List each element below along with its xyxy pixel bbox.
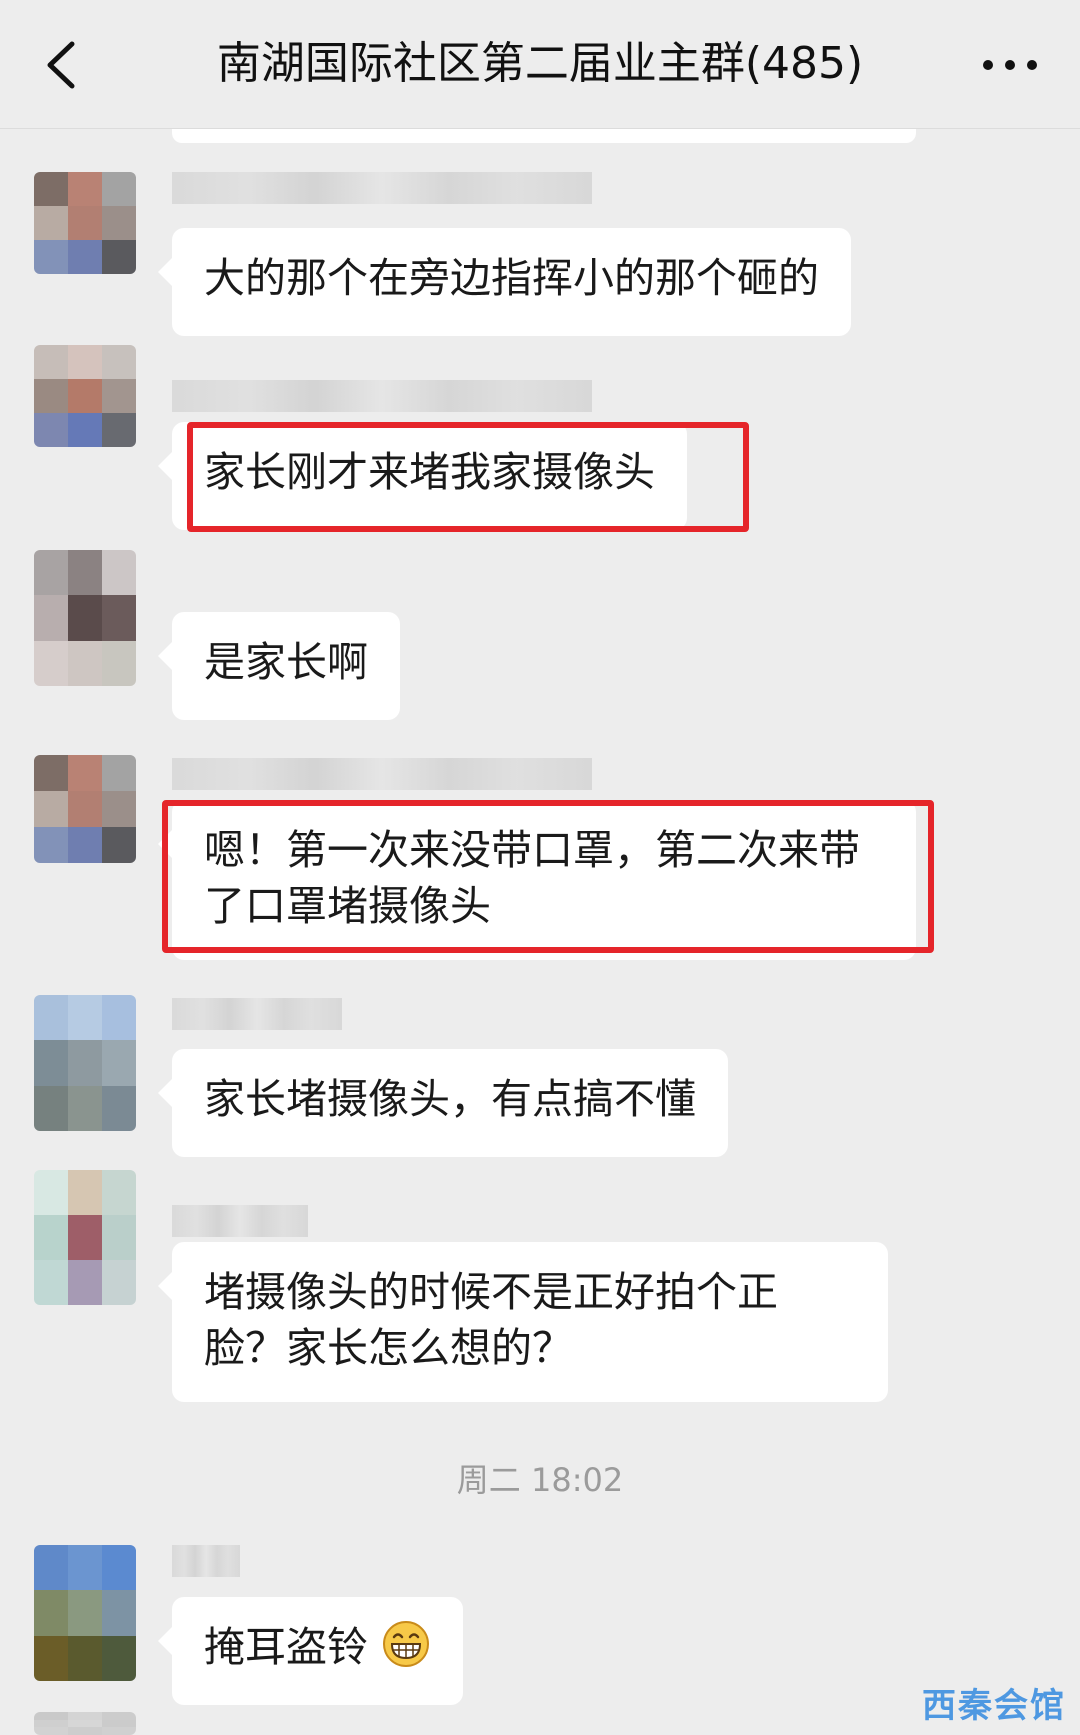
avatar[interactable] [34, 995, 136, 1131]
sender-name [172, 998, 342, 1030]
timestamp-divider: 周二 18:02 [456, 1461, 624, 1499]
message-bubble[interactable]: 堵摄像头的时候不是正好拍个正脸？家长怎么想的？ [158, 1242, 888, 1402]
message-text: 大的那个在旁边指挥小的那个砸的 [204, 254, 819, 302]
message-text: 是家长啊 [204, 638, 368, 686]
chat-screen: 南湖国际社区第二届业主群(485) 大的那个在旁边指挥小的那个砸的 家长刚才来堵… [0, 0, 1080, 1735]
sender-name [172, 758, 592, 790]
message-text: 堵摄像头的时候不是正好拍个正脸？家长怎么想的？ [204, 1268, 778, 1372]
chevron-left-icon [47, 41, 75, 89]
sender-name [172, 380, 592, 412]
sender-name [172, 1545, 240, 1577]
avatar[interactable] [34, 1545, 136, 1681]
message-bubble[interactable]: 嗯！第一次来没带口罩，第二次来带了口罩堵摄像头 [158, 800, 916, 960]
watermark-logo: 西秦会馆 [922, 1686, 1066, 1726]
chat-header: 南湖国际社区第二届业主群(485) [0, 0, 1080, 129]
avatar[interactable] [34, 172, 136, 274]
grinning-face-icon [383, 1621, 430, 1667]
back-button[interactable] [30, 30, 100, 100]
avatar[interactable] [34, 1170, 136, 1305]
message-text: 嗯！第一次来没带口罩，第二次来带了口罩堵摄像头 [204, 826, 860, 930]
message-text: 家长刚才来堵我家摄像头 [204, 448, 655, 496]
avatar[interactable] [34, 345, 136, 447]
avatar[interactable] [34, 550, 136, 686]
message-bubble[interactable]: 家长刚才来堵我家摄像头 [158, 422, 687, 530]
message-bubble[interactable]: 大的那个在旁边指挥小的那个砸的 [158, 228, 851, 336]
group-title: 南湖国际社区第二届业主群(485) [216, 38, 864, 89]
sender-name [172, 172, 592, 204]
message-bubble[interactable]: 家长堵摄像头，有点搞不懂 [158, 1049, 728, 1157]
avatar[interactable] [34, 1712, 136, 1735]
sender-name [172, 1205, 308, 1237]
message-text: 家长堵摄像头，有点搞不懂 [204, 1075, 696, 1123]
avatar[interactable] [34, 755, 136, 863]
ellipsis-icon [983, 60, 1037, 70]
more-options-button[interactable] [970, 30, 1050, 100]
message-bubble[interactable]: 掩耳盗铃 [157, 1597, 464, 1705]
message-text: 掩耳盗铃 [204, 1623, 368, 1671]
message-bubble[interactable]: 是家长啊 [158, 612, 400, 720]
